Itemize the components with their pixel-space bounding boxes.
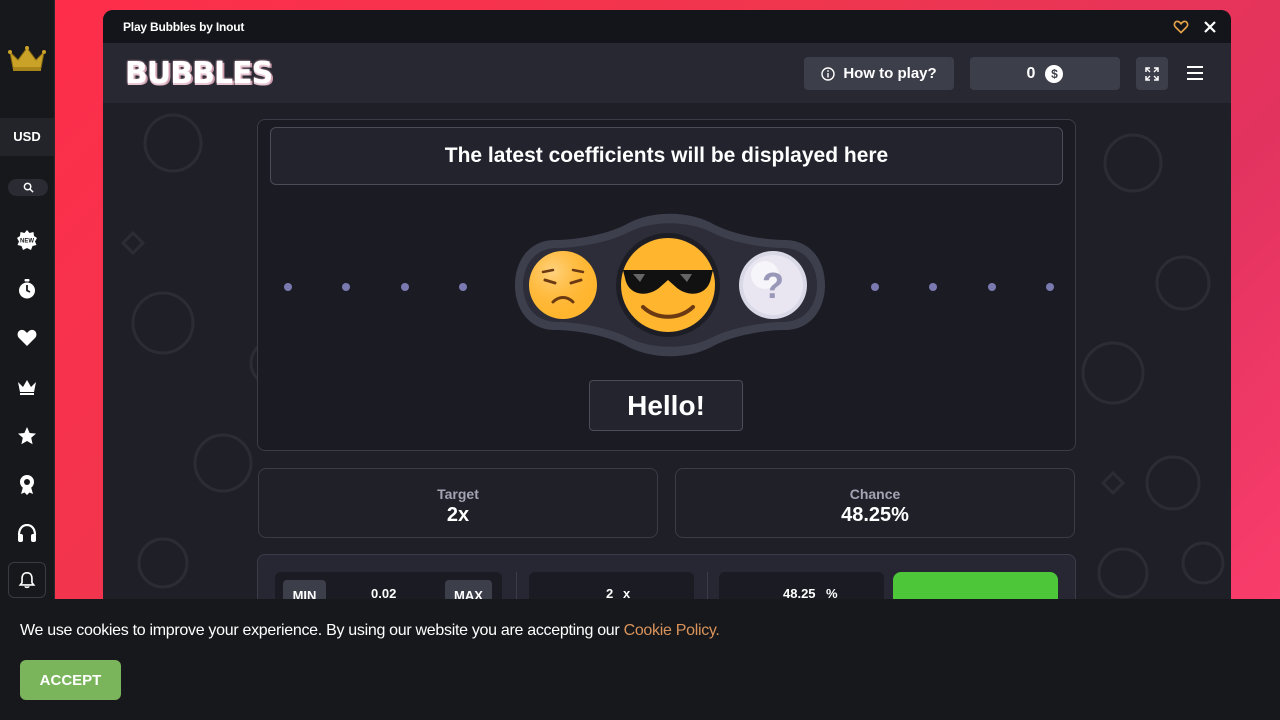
new-badge-icon: NEW [17, 230, 37, 250]
mystery-bubble-icon: ? [739, 251, 807, 319]
track-dot [871, 283, 879, 291]
track-dot [1046, 283, 1054, 291]
target-card: Target 2x [258, 468, 658, 538]
sidebar-item-new[interactable]: NEW [14, 227, 40, 253]
trophy-icon [20, 475, 34, 495]
info-icon [821, 66, 836, 81]
sidebar-item-support[interactable] [14, 521, 40, 547]
sidebar-item-recent[interactable] [14, 276, 40, 302]
heart-icon [17, 329, 37, 346]
notifications-button[interactable] [8, 562, 46, 598]
game-body: The latest coefficients will be displaye… [103, 103, 1231, 610]
bell-icon [18, 571, 36, 589]
track-dot [988, 283, 996, 291]
dollar-coin-icon: $ [1045, 64, 1064, 83]
game-window: Play Bubbles by Inout BUBBLES How to pla… [103, 10, 1231, 610]
cookie-banner: We use cookies to improve your experienc… [0, 599, 1280, 720]
star-icon [18, 427, 36, 445]
menu-icon[interactable] [1185, 63, 1207, 83]
track-dot [401, 283, 409, 291]
svg-text:?: ? [762, 265, 784, 306]
balance-value: 0 [1026, 64, 1036, 82]
headset-icon [17, 524, 37, 542]
sidebar-item-tournaments[interactable] [14, 472, 40, 498]
track-dot [284, 283, 292, 291]
tired-face-emoji-icon [529, 251, 597, 319]
crown-logo-icon[interactable] [8, 44, 46, 72]
chance-label: Chance [849, 486, 901, 502]
window-title-bar: Play Bubbles by Inout [103, 10, 1231, 43]
latest-coefficients-bar: The latest coefficients will be displaye… [270, 127, 1063, 185]
close-icon[interactable] [1203, 20, 1217, 34]
svg-text:NEW: NEW [20, 239, 34, 245]
chance-value: 48.25% [841, 504, 909, 526]
track-dot [342, 283, 350, 291]
track-dot [929, 283, 937, 291]
cookie-message: We use cookies to improve your experienc… [20, 622, 720, 640]
balance-display: 0 $ [970, 57, 1120, 90]
bubble-capsule: ? [515, 213, 825, 357]
timer-icon [19, 279, 35, 299]
greeting-label: Hello! [589, 380, 743, 431]
game-header: BUBBLES How to play? 0 $ [103, 43, 1231, 103]
chance-card: Chance 48.25% [675, 468, 1075, 538]
search-icon [23, 182, 34, 193]
sidebar-item-vip[interactable] [14, 374, 40, 400]
crown-icon [18, 380, 36, 395]
game-stage: The latest coefficients will be displaye… [257, 119, 1076, 451]
currency-selector[interactable]: USD [0, 118, 54, 156]
fullscreen-icon [1145, 66, 1159, 81]
sidebar-item-favorites[interactable] [14, 325, 40, 351]
sunglasses-face-emoji-icon [616, 233, 720, 337]
fullscreen-button[interactable] [1136, 57, 1168, 90]
accept-cookies-button[interactable]: ACCEPT [20, 660, 121, 700]
target-label: Target [437, 486, 479, 502]
bubbles-logo: BUBBLES [125, 55, 273, 91]
how-to-play-button[interactable]: How to play? [804, 57, 954, 90]
cookie-text: We use cookies to improve your experienc… [20, 622, 624, 639]
sidebar-item-popular[interactable] [14, 423, 40, 449]
target-value: 2x [446, 504, 470, 526]
cookie-policy-link[interactable]: Cookie Policy. [624, 622, 720, 639]
track-dot [459, 283, 467, 291]
how-to-play-label: How to play? [843, 65, 937, 82]
search-button[interactable] [8, 179, 48, 196]
favorite-heart-icon[interactable] [1173, 19, 1189, 35]
window-title: Play Bubbles by Inout [123, 19, 245, 34]
